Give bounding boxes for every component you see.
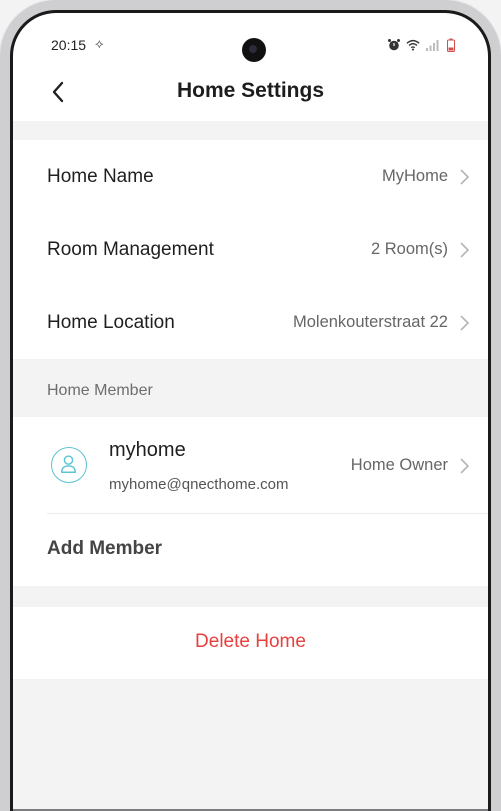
chevron-right-icon (460, 458, 470, 474)
delete-home-button[interactable]: Delete Home (13, 607, 488, 679)
phone: 20:15 ⟡ Home Settings Home Name MyHome R… (0, 0, 501, 811)
member-item[interactable]: myhome myhome@qnecthome.com Home Owner (13, 417, 488, 513)
vibrate-indicator-icon: ⟡ (95, 36, 104, 51)
home-info-section: Home Name MyHome Room Management 2 Room(… (13, 140, 488, 359)
chevron-right-icon (460, 168, 470, 185)
front-camera (242, 38, 266, 62)
delete-home-label: Delete Home (195, 631, 306, 652)
user-icon (60, 455, 77, 473)
nav-bar: Home Settings (13, 65, 488, 121)
home-member-header: Home Member (13, 361, 488, 417)
room-count-value: 2 Room(s) (370, 240, 448, 258)
add-member-label: Add Member (47, 538, 163, 559)
member-name: myhome (109, 439, 186, 461)
app-screen: 20:15 ⟡ Home Settings Home Name MyHome R… (13, 13, 488, 811)
member-email: myhome@qnecthome.com (109, 476, 289, 493)
battery-icon (447, 38, 455, 52)
add-member-button[interactable]: Add Member (13, 514, 488, 586)
page-title: Home Settings (176, 79, 325, 102)
wifi-icon (406, 39, 420, 51)
status-icons (387, 38, 458, 52)
room-management-label: Room Management (47, 238, 214, 260)
status-bar: 20:15 ⟡ (13, 13, 488, 65)
signal-icon (426, 40, 439, 51)
alarm-icon (388, 39, 400, 51)
home-name-row[interactable]: Home Name MyHome (13, 140, 488, 213)
home-name-value: MyHome (381, 167, 448, 185)
members-section: myhome myhome@qnecthome.com Home Owner A… (13, 417, 488, 586)
home-name-label: Home Name (47, 165, 154, 187)
chevron-right-icon (460, 314, 470, 331)
status-time: 20:15 (51, 37, 87, 53)
chevron-right-icon (460, 241, 470, 258)
home-location-label: Home Location (47, 311, 175, 333)
member-role: Home Owner (350, 456, 448, 474)
avatar (51, 447, 87, 483)
room-management-row[interactable]: Room Management 2 Room(s) (13, 213, 488, 286)
home-member-section-title: Home Member (47, 382, 153, 399)
home-location-row[interactable]: Home Location Molenkouterstraat 22 (13, 286, 488, 359)
home-location-value: Molenkouterstraat 22 (292, 313, 448, 331)
